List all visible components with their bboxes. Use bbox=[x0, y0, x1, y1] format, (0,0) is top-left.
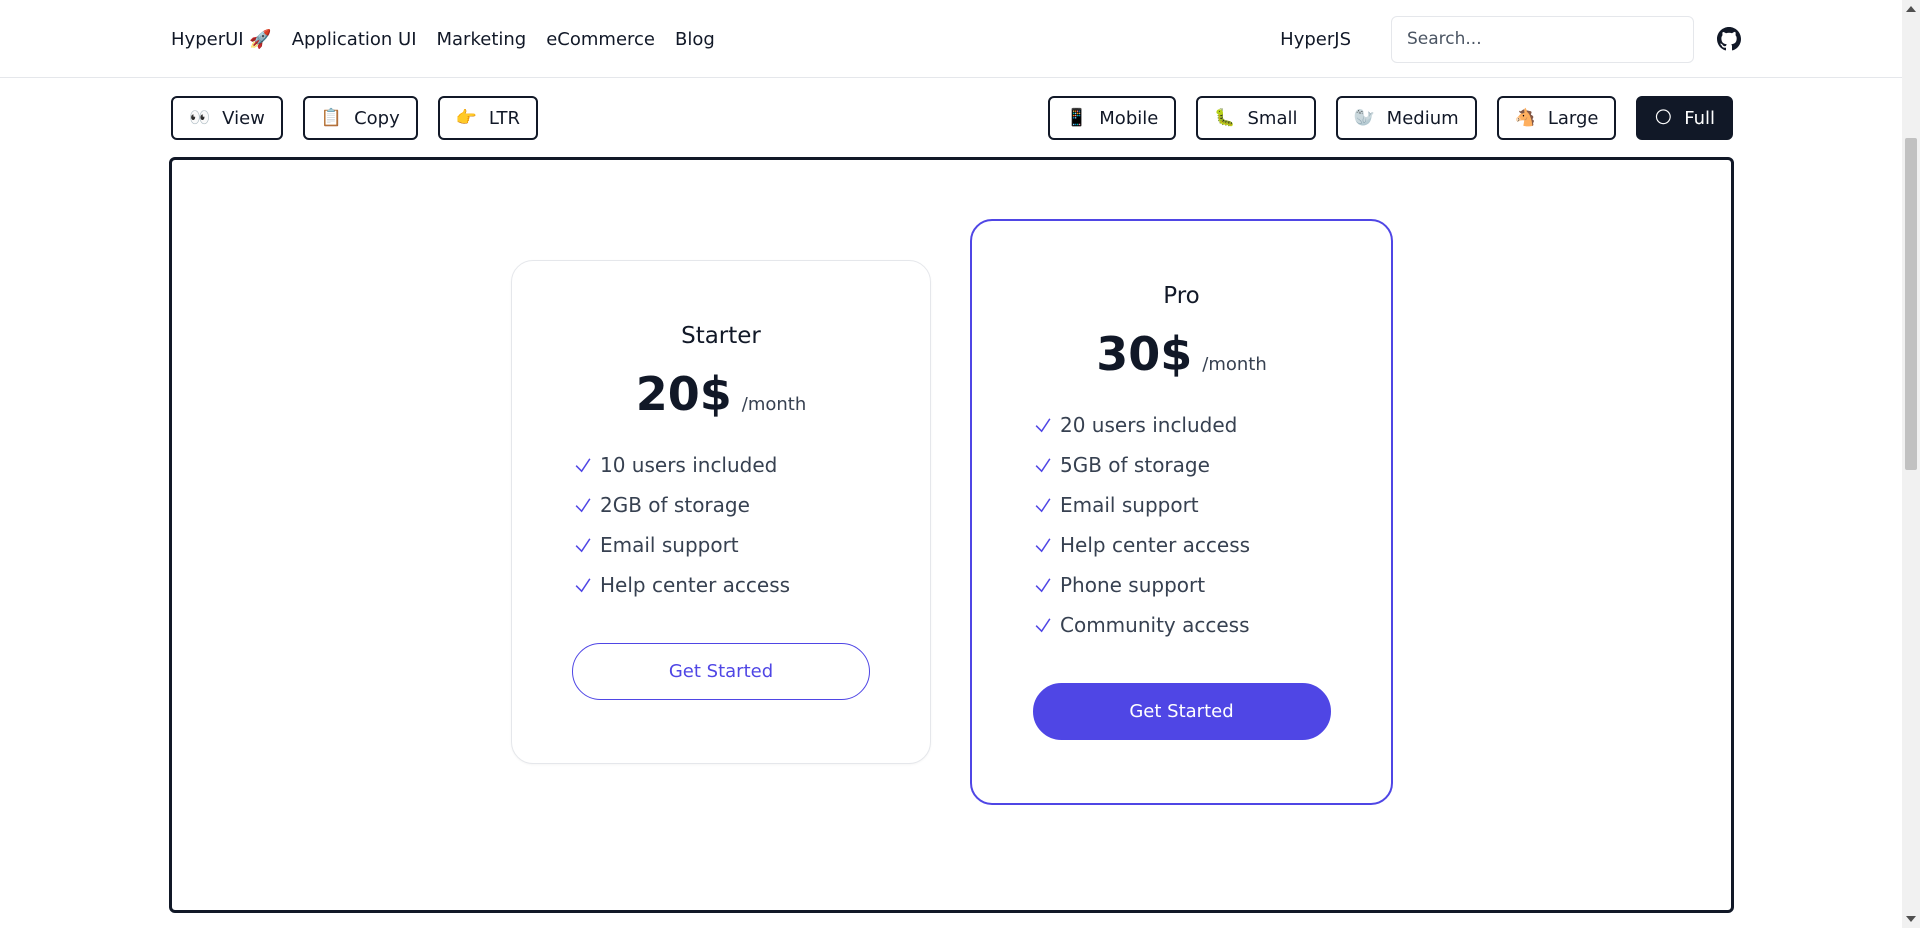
feature-text: 5GB of storage bbox=[1060, 453, 1210, 477]
preview-toolbar: 👀 View 📋 Copy 👉 LTR 📱 Mobile 🐛 Small 🦭 M… bbox=[171, 96, 1733, 140]
plan-name: Pro bbox=[1163, 283, 1200, 309]
feature-text: Help center access bbox=[1060, 533, 1251, 557]
mobile-label: Mobile bbox=[1099, 107, 1159, 129]
clipboard-icon: 📋 bbox=[320, 107, 343, 128]
feature-list: 10 users included 2GB of storage Email s… bbox=[512, 445, 930, 605]
scrollbar-thumb[interactable] bbox=[1905, 138, 1917, 470]
pricing-card-starter: Starter 20$ /month 10 users included 2GB… bbox=[511, 260, 931, 764]
copy-button[interactable]: 📋 Copy bbox=[302, 96, 418, 140]
check-icon bbox=[1032, 454, 1054, 476]
page-scrollbar[interactable] bbox=[1902, 0, 1920, 928]
feature-item: Phone support bbox=[1032, 565, 1391, 605]
feature-text: 2GB of storage bbox=[600, 493, 750, 517]
bug-icon: 🐛 bbox=[1214, 107, 1236, 128]
full-breakpoint-button[interactable]: 🌕 Full bbox=[1636, 96, 1733, 140]
feature-text: 20 users included bbox=[1060, 413, 1238, 437]
mobile-breakpoint-button[interactable]: 📱 Mobile bbox=[1048, 96, 1177, 140]
search-input[interactable] bbox=[1391, 15, 1694, 63]
feature-item: 20 users included bbox=[1032, 405, 1391, 445]
check-icon bbox=[572, 574, 594, 596]
price-row: 20$ /month bbox=[512, 367, 930, 421]
copy-button-label: Copy bbox=[354, 107, 400, 129]
preview-frame bbox=[169, 157, 1734, 913]
nav-link-marketing[interactable]: Marketing bbox=[437, 29, 527, 50]
plan-name: Starter bbox=[681, 323, 761, 349]
feature-item: Community access bbox=[1032, 605, 1391, 645]
check-icon bbox=[1032, 614, 1054, 636]
feature-text: Email support bbox=[600, 533, 739, 557]
horse-icon: 🐴 bbox=[1514, 107, 1536, 128]
feature-item: 2GB of storage bbox=[572, 485, 930, 525]
scroll-up-arrow-icon[interactable] bbox=[1906, 6, 1916, 12]
nav-link-hyperjs[interactable]: HyperJS bbox=[1280, 29, 1351, 50]
check-icon bbox=[1032, 574, 1054, 596]
feature-item: Help center access bbox=[572, 565, 930, 605]
large-label: Large bbox=[1547, 107, 1599, 129]
full-moon-icon: 🌕 bbox=[1654, 107, 1673, 128]
check-icon bbox=[572, 534, 594, 556]
scroll-down-arrow-icon[interactable] bbox=[1906, 916, 1916, 922]
nav-link-application-ui[interactable]: Application UI bbox=[292, 29, 417, 50]
feature-text: Help center access bbox=[600, 573, 791, 597]
ltr-button[interactable]: 👉 LTR bbox=[437, 96, 538, 140]
small-label: Small bbox=[1247, 107, 1298, 129]
medium-breakpoint-button[interactable]: 🦭 Medium bbox=[1335, 96, 1477, 140]
view-button-label: View bbox=[222, 107, 265, 129]
view-button[interactable]: 👀 View bbox=[171, 96, 283, 140]
nav-right-group: HyperJS bbox=[1280, 0, 1742, 78]
small-breakpoint-button[interactable]: 🐛 Small bbox=[1196, 96, 1316, 140]
feature-text: Phone support bbox=[1060, 573, 1206, 597]
price-row: 30$ /month bbox=[972, 327, 1391, 381]
plan-period: /month bbox=[1202, 354, 1267, 375]
check-icon bbox=[572, 454, 594, 476]
brand-link[interactable]: HyperUI 🚀 bbox=[171, 29, 272, 50]
feature-item: Help center access bbox=[1032, 525, 1391, 565]
medium-label: Medium bbox=[1386, 107, 1459, 129]
pointing-hand-icon: 👉 bbox=[455, 107, 477, 128]
feature-item: Email support bbox=[1032, 485, 1391, 525]
check-icon bbox=[1032, 494, 1054, 516]
feature-text: Community access bbox=[1060, 613, 1250, 637]
check-icon bbox=[572, 494, 594, 516]
plan-price: 30$ bbox=[1096, 327, 1193, 381]
nav-link-ecommerce[interactable]: eCommerce bbox=[546, 29, 655, 50]
plan-price: 20$ bbox=[635, 367, 732, 421]
feature-list: 20 users included 5GB of storage Email s… bbox=[972, 405, 1391, 645]
top-navigation: HyperUI 🚀 Application UI Marketing eComm… bbox=[0, 0, 1902, 78]
plan-period: /month bbox=[741, 394, 807, 415]
breakpoint-buttons: 📱 Mobile 🐛 Small 🦭 Medium 🐴 Large 🌕 Full bbox=[1048, 96, 1733, 140]
github-icon[interactable] bbox=[1716, 26, 1742, 52]
feature-item: Email support bbox=[572, 525, 930, 565]
large-breakpoint-button[interactable]: 🐴 Large bbox=[1496, 96, 1617, 140]
feature-text: Email support bbox=[1060, 493, 1199, 517]
phone-icon: 📱 bbox=[1066, 107, 1088, 128]
nav-link-blog[interactable]: Blog bbox=[675, 29, 715, 50]
ltr-button-label: LTR bbox=[488, 107, 520, 129]
full-label: Full bbox=[1684, 107, 1715, 129]
check-icon bbox=[1032, 414, 1054, 436]
feature-item: 5GB of storage bbox=[1032, 445, 1391, 485]
pricing-card-pro: Pro 30$ /month 20 users included 5GB of … bbox=[970, 219, 1393, 805]
get-started-button[interactable]: Get Started bbox=[1032, 683, 1331, 740]
toolbar-actions: 👀 View 📋 Copy 👉 LTR bbox=[171, 96, 538, 140]
primary-nav: HyperUI 🚀 Application UI Marketing eComm… bbox=[171, 0, 715, 78]
feature-text: 10 users included bbox=[600, 453, 778, 477]
seal-icon: 🦭 bbox=[1353, 107, 1375, 128]
feature-item: 10 users included bbox=[572, 445, 930, 485]
eyes-icon: 👀 bbox=[189, 107, 211, 128]
check-icon bbox=[1032, 534, 1054, 556]
get-started-button[interactable]: Get Started bbox=[572, 643, 870, 700]
